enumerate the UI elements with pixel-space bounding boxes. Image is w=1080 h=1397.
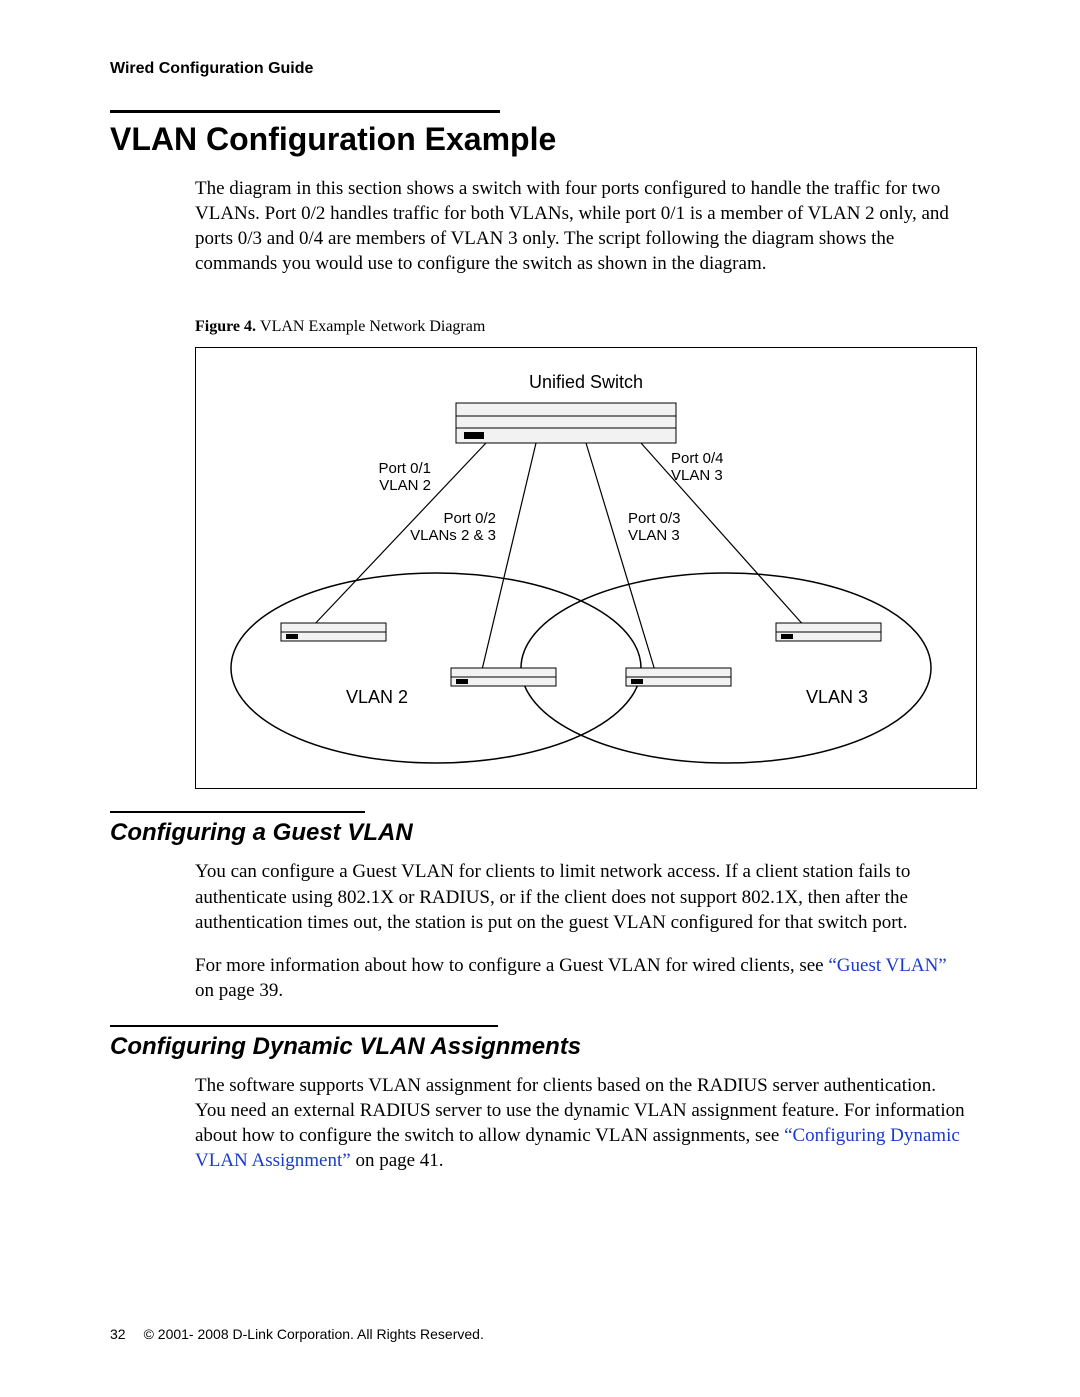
dynamic-vlan-para-b: on page 41. [351,1150,444,1171]
device-1-icon [281,623,386,641]
guest-vlan-block: You can configure a Guest VLAN for clien… [195,859,970,1002]
port4-vlan: VLAN 3 [671,467,723,484]
subsection-title-dynamic-vlan: Configuring Dynamic VLAN Assignments [110,1033,970,1061]
figure-label: Figure 4. [195,318,260,335]
document-page: Wired Configuration Guide VLAN Configura… [0,0,1080,1397]
port3-vlan: VLAN 3 [628,527,680,544]
port1-name: Port 0/1 [378,460,431,477]
running-head: Wired Configuration Guide [110,60,970,78]
figure-caption-text: VLAN Example Network Diagram [260,318,485,335]
section-rule [110,110,500,113]
dynamic-vlan-para: The software supports VLAN assignment fo… [195,1073,970,1173]
port4-name: Port 0/4 [671,450,724,467]
section-title: VLAN Configuration Example [110,121,970,158]
unified-switch-label: Unified Switch [529,372,643,392]
switch-icon [456,403,676,443]
vlan3-label: VLAN 3 [806,687,868,707]
port2-name: Port 0/2 [443,510,496,527]
diagram-svg: Unified Switch Port 0/1 VLAN 2 Port 0/2 … [196,348,976,788]
device-3-icon [626,668,731,686]
subsection-rule-1 [110,811,365,813]
subsection-rule-2 [110,1025,498,1027]
copyright-text: © 2001- 2008 D-Link Corporation. All Rig… [144,1326,484,1342]
port1-vlan: VLAN 2 [379,477,431,494]
page-number: 32 [110,1326,126,1342]
figure-caption: Figure 4. VLAN Example Network Diagram [195,316,970,337]
figure-network-diagram: Unified Switch Port 0/1 VLAN 2 Port 0/2 … [195,347,977,789]
line-port3 [586,443,656,674]
page-footer: 32 © 2001- 2008 D-Link Corporation. All R… [110,1326,484,1342]
guest-vlan-link[interactable]: “Guest VLAN” [828,955,946,976]
intro-paragraph: The diagram in this section shows a swit… [195,176,970,276]
vlan2-label: VLAN 2 [346,687,408,707]
intro-block: The diagram in this section shows a swit… [195,176,970,789]
guest-vlan-para2: For more information about how to config… [195,953,970,1003]
subsection-title-guest-vlan: Configuring a Guest VLAN [110,819,970,847]
port2-vlan: VLANs 2 & 3 [410,527,496,544]
device-2-icon [451,668,556,686]
line-port2-left [481,443,536,674]
port3-name: Port 0/3 [628,510,681,527]
device-4-icon [776,623,881,641]
guest-vlan-para2-a: For more information about how to config… [195,955,828,976]
dynamic-vlan-block: The software supports VLAN assignment fo… [195,1073,970,1173]
guest-vlan-para1: You can configure a Guest VLAN for clien… [195,859,970,934]
guest-vlan-para2-b: on page 39. [195,980,283,1001]
